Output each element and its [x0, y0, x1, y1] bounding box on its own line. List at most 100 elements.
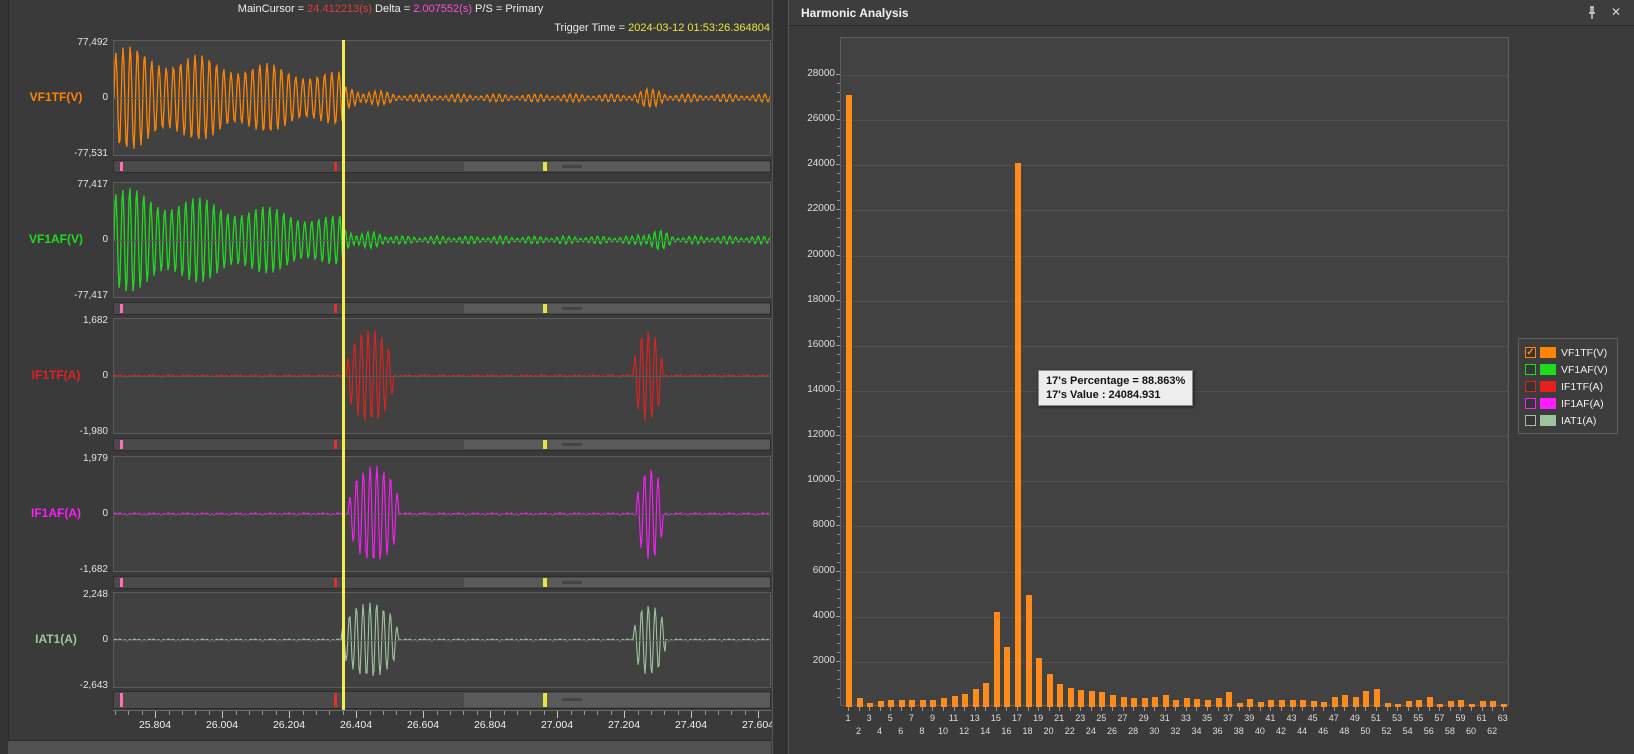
time-label: 26.404 [340, 719, 372, 731]
harmonic-bar[interactable] [1205, 700, 1211, 707]
bottom-scrollbar-track[interactable] [8, 740, 771, 754]
harmonic-bar[interactable] [1258, 702, 1264, 707]
legend-checkbox[interactable] [1525, 415, 1536, 426]
harmonic-bar[interactable] [1226, 692, 1232, 707]
harmonic-bar[interactable] [1152, 697, 1158, 707]
harmonic-bar[interactable] [909, 700, 915, 707]
harmonic-bar[interactable] [867, 703, 873, 707]
harmonic-bar[interactable] [1163, 695, 1169, 707]
harmonic-bar[interactable] [1448, 701, 1454, 707]
harmonic-bar[interactable] [1279, 700, 1285, 707]
harmonic-bar[interactable] [1427, 697, 1433, 707]
harmonic-bar[interactable] [1131, 698, 1137, 707]
harmonic-bar[interactable] [1142, 698, 1148, 707]
panel-splitter[interactable] [772, 0, 789, 754]
harmonic-bar[interactable] [1036, 658, 1042, 707]
harmonic-bar[interactable] [1047, 674, 1053, 707]
harmonic-bar[interactable] [1004, 647, 1010, 707]
harmonic-bar[interactable] [962, 694, 968, 707]
harmonic-bar[interactable] [1300, 700, 1306, 707]
legend-row[interactable]: IF1AF(A) [1525, 395, 1617, 412]
channel-pan-strip[interactable] [113, 576, 771, 589]
harmonic-bar[interactable] [1110, 695, 1116, 707]
harmonic-x-tick [1429, 707, 1430, 711]
channel-pan-strip[interactable] [113, 160, 771, 173]
scrollbar-thumb[interactable] [464, 440, 770, 449]
harmonic-bar[interactable] [1089, 691, 1095, 707]
legend-row[interactable]: IAT1(A) [1525, 412, 1617, 429]
harmonic-bar[interactable] [1015, 163, 1021, 707]
channel-pan-strip[interactable] [113, 438, 771, 451]
harmonic-bar[interactable] [857, 698, 863, 707]
harmonic-bar[interactable] [1268, 700, 1274, 707]
main-cursor-line[interactable] [342, 40, 345, 710]
harmonic-bar[interactable] [1385, 703, 1391, 707]
pin-icon[interactable] [1584, 5, 1600, 21]
harmonic-bar[interactable] [1374, 689, 1380, 707]
harmonic-bar[interactable] [920, 700, 926, 707]
legend-checkbox[interactable] [1525, 398, 1536, 409]
harmonic-bar[interactable] [878, 701, 884, 707]
harmonic-bar[interactable] [994, 612, 1000, 707]
harmonic-bar[interactable] [1406, 701, 1412, 707]
harmonic-bar[interactable] [1469, 704, 1475, 707]
harmonic-bar[interactable] [1121, 697, 1127, 707]
channel-plot[interactable] [113, 182, 771, 298]
harmonic-bar[interactable] [952, 696, 958, 707]
harmonic-x-tick [1123, 707, 1124, 711]
harmonic-bar[interactable] [1247, 699, 1253, 707]
legend-checkbox[interactable]: ✓ [1525, 347, 1536, 358]
scrollbar-thumb[interactable] [464, 693, 770, 707]
harmonic-bar[interactable] [1078, 690, 1084, 707]
harmonic-bar[interactable] [1216, 698, 1222, 707]
close-icon[interactable]: ✕ [1608, 4, 1624, 20]
harmonic-bar[interactable] [899, 700, 905, 707]
scrollbar-thumb[interactable] [464, 578, 770, 587]
harmonic-bar[interactable] [1057, 684, 1063, 707]
harmonic-bar[interactable] [1458, 700, 1464, 707]
zero-gridline [114, 240, 770, 241]
legend-row[interactable]: ✓VF1TF(V) [1525, 344, 1617, 361]
harmonic-bar[interactable] [1194, 699, 1200, 707]
harmonic-bar[interactable] [888, 700, 894, 707]
harmonic-bar[interactable] [983, 683, 989, 707]
trigger-time-label: Trigger Time = [554, 22, 628, 34]
harmonic-y-minortick [837, 553, 840, 554]
scrollbar-thumb[interactable] [464, 304, 770, 313]
harmonic-bar[interactable] [1437, 704, 1443, 707]
harmonic-bar[interactable] [1099, 692, 1105, 707]
harmonic-bar[interactable] [1184, 698, 1190, 707]
channel-plot[interactable] [113, 592, 771, 688]
channel-plot[interactable] [113, 456, 771, 572]
legend-row[interactable]: VF1AF(V) [1525, 361, 1617, 378]
channel-plot[interactable] [113, 40, 771, 156]
harmonic-bar[interactable] [1068, 688, 1074, 707]
legend-row[interactable]: IF1TF(A) [1525, 378, 1617, 395]
harmonic-y-majortick [836, 435, 840, 436]
channel-pan-strip[interactable] [113, 302, 771, 315]
harmonic-bar[interactable] [1026, 595, 1032, 707]
harmonic-bar[interactable] [973, 689, 979, 707]
harmonic-bar[interactable] [1363, 691, 1369, 707]
harmonic-bar[interactable] [930, 700, 936, 707]
harmonic-bar[interactable] [1173, 700, 1179, 707]
harmonic-bar[interactable] [1480, 701, 1486, 707]
harmonic-bar[interactable] [1416, 700, 1422, 707]
harmonic-bar[interactable] [1395, 704, 1401, 707]
harmonic-bar[interactable] [1332, 697, 1338, 707]
harmonic-bar[interactable] [941, 698, 947, 707]
legend-checkbox[interactable] [1525, 381, 1536, 392]
harmonic-bar[interactable] [1490, 701, 1496, 707]
harmonic-bar[interactable] [1290, 700, 1296, 707]
harmonic-bar[interactable] [1501, 704, 1507, 707]
harmonic-bar[interactable] [1353, 697, 1359, 707]
scrollbar-thumb[interactable] [464, 162, 770, 171]
harmonic-bar[interactable] [1321, 702, 1327, 707]
channel-plot[interactable] [113, 318, 771, 434]
harmonic-bar[interactable] [1342, 695, 1348, 707]
harmonic-bar[interactable] [846, 95, 852, 707]
legend-checkbox[interactable] [1525, 364, 1536, 375]
main-scrollbar[interactable] [113, 691, 771, 709]
harmonic-bar[interactable] [1311, 701, 1317, 707]
harmonic-bar[interactable] [1237, 703, 1243, 707]
